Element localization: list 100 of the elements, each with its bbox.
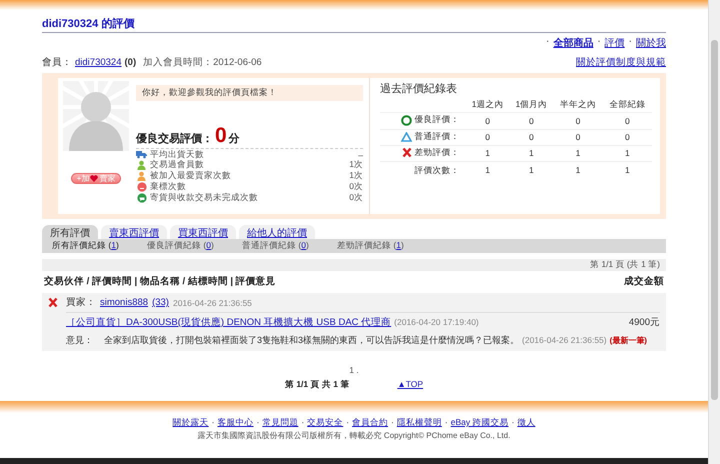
separator-dot: · bbox=[597, 36, 601, 49]
greeting-bubble: 你好，歡迎參觀我的評價頁檔案！ bbox=[136, 85, 363, 101]
tab[interactable]: 買東西評價 bbox=[170, 225, 236, 239]
filter-paren: ) bbox=[400, 240, 404, 252]
nav-link[interactable]: 關於我 bbox=[636, 36, 666, 50]
member-label: 會員： bbox=[42, 56, 72, 69]
footer-link[interactable]: 交易安全 bbox=[307, 417, 344, 429]
table-cell: 0 bbox=[553, 112, 603, 129]
page-info: 第 1/1 頁 (共 1 筆) bbox=[590, 259, 660, 271]
stat-label: 棄標次數 bbox=[150, 180, 186, 192]
chat-icon bbox=[136, 192, 146, 203]
column-header: 成交金額 bbox=[624, 275, 664, 288]
stat-value: 1次 bbox=[349, 170, 363, 182]
scrollbar-thumb[interactable] bbox=[711, 40, 718, 400]
filter-count-link[interactable]: 0 bbox=[206, 240, 211, 252]
partner-link[interactable]: simonis888 bbox=[100, 297, 148, 308]
table-cell: 1 bbox=[509, 162, 554, 178]
stat-label: 被加入最愛賣家次數 bbox=[150, 170, 231, 182]
footer-link[interactable]: 會員合約 bbox=[352, 417, 388, 429]
latest-tag: (最新一筆) bbox=[610, 335, 647, 346]
page-summary: 第 1/1 頁 共 1 筆 bbox=[284, 379, 350, 391]
partner-score-link[interactable]: (33) bbox=[152, 297, 169, 308]
filter-paren: ) bbox=[116, 240, 119, 252]
page-number: 1 . bbox=[349, 365, 359, 375]
column-header: 交易伙伴 / 評價時間 | 物品名稱 / 結標時間 | 評價意見 bbox=[44, 275, 276, 288]
end-time: (2016-04-20 17:19:40) bbox=[394, 317, 479, 327]
tab[interactable]: 給他人的評價 bbox=[239, 225, 315, 239]
separator-dot: · bbox=[546, 36, 550, 49]
footer-link[interactable]: 隱私權聲明 bbox=[396, 417, 442, 429]
person-icon bbox=[137, 160, 146, 170]
nav-link[interactable]: 全部商品 bbox=[553, 36, 594, 50]
footer-link[interactable]: 關於露天 bbox=[172, 417, 209, 429]
tab[interactable]: 賣東西評價 bbox=[101, 225, 167, 239]
rating-time: 2016-04-26 21:36:55 bbox=[172, 298, 252, 308]
footer-link[interactable]: 徵人 bbox=[517, 417, 536, 429]
separator-dot: · bbox=[391, 417, 394, 429]
filter-label: 優良評價紀錄 ( bbox=[147, 240, 206, 252]
stat-label: 寄貨與收款交易未完成次數 bbox=[150, 192, 258, 204]
stat-label: 平均出貨天數 bbox=[150, 148, 204, 160]
avatar-drawing bbox=[63, 81, 129, 151]
stat-value: 1次 bbox=[349, 159, 363, 171]
filter-count-link[interactable]: 0 bbox=[301, 240, 306, 252]
filter-count-link[interactable]: 1 bbox=[396, 240, 401, 252]
comment-time: (2016-04-26 21:36:55) bbox=[522, 335, 607, 345]
footer-link[interactable]: 常見問題 bbox=[262, 417, 298, 429]
stat-label: 交易過會員數 bbox=[150, 159, 204, 171]
separator-dot: · bbox=[346, 417, 350, 429]
separator-dot: · bbox=[301, 417, 304, 429]
filter-label: 差勁評價紀錄 ( bbox=[337, 240, 396, 252]
table-cell: 1 bbox=[509, 145, 554, 162]
table-cell: 1 bbox=[553, 145, 603, 162]
separator-dot: · bbox=[628, 36, 632, 49]
filter-label: 普通評價紀錄 ( bbox=[242, 240, 302, 252]
cross-icon bbox=[402, 147, 412, 158]
cross-icon bbox=[48, 297, 58, 308]
table-cell: 1 bbox=[553, 162, 603, 178]
table-cell: 1 bbox=[466, 145, 510, 162]
comment-text: 全家到店取貨後，打開包裝箱裡面裝了3隻拖鞋和3樣無關的東西，可以告訴我這是什麼情況嗎？已報案。 bbox=[104, 334, 520, 347]
member-link[interactable]: didi730324 bbox=[75, 57, 122, 68]
stat-value: 0次 bbox=[349, 192, 363, 204]
stat-value: 0次 bbox=[349, 180, 363, 193]
filter-label: 所有評價紀錄 ( bbox=[52, 240, 112, 252]
page-title: didi730324 的評價 bbox=[42, 16, 666, 33]
rules-link[interactable]: 關於評價制度與規範 bbox=[576, 56, 666, 69]
circle-icon bbox=[136, 182, 146, 192]
circle-icon bbox=[400, 114, 412, 126]
table-cell: 1 bbox=[602, 145, 652, 162]
table-cell: 0 bbox=[509, 112, 554, 129]
row-label: 差勁評價： bbox=[414, 146, 460, 158]
nav-link[interactable]: 評價 bbox=[604, 36, 625, 50]
tab[interactable]: 所有評價 bbox=[42, 225, 98, 239]
footer-link[interactable]: 客服中心 bbox=[218, 417, 254, 429]
separator-dot: · bbox=[212, 417, 215, 429]
copyright: 露天市集國際資訊股份有限公司版權所有，轉載必究 Copyright© PChome eBay Co., Ltd. bbox=[196, 430, 512, 441]
rating-score: 0 bbox=[215, 126, 227, 146]
history-title: 過去評價紀錄表 bbox=[380, 82, 458, 96]
separator-dot: · bbox=[511, 417, 514, 429]
item-link[interactable]: ［公司直貨］DA-300USB(現貨供應) DENON 耳機擴大機 USB DAC 代理商 bbox=[66, 316, 392, 329]
column-header: 1個月內 bbox=[509, 98, 554, 112]
column-header: 1週之內 bbox=[466, 98, 510, 112]
filter-count-link[interactable]: 1 bbox=[111, 240, 116, 252]
top-link[interactable]: ▲TOP bbox=[397, 379, 424, 391]
partner-role: 買家： bbox=[66, 296, 96, 309]
join-date: 加入會員時間：2012-06-06 bbox=[143, 56, 262, 69]
row-label: 優良評價： bbox=[414, 114, 460, 126]
table-cell: 1 bbox=[602, 162, 652, 178]
column-header: 全部紀錄 bbox=[602, 98, 652, 112]
separator-dot: · bbox=[256, 417, 260, 429]
filter-paren: ) bbox=[210, 240, 214, 252]
footer-link[interactable]: eBay 跨國交易 bbox=[450, 417, 508, 429]
person-icon bbox=[137, 171, 146, 182]
rating-label: 優良交易評價： bbox=[136, 131, 213, 146]
table-cell: 0 bbox=[466, 129, 510, 145]
row-label: 普通評價： bbox=[414, 130, 460, 142]
table-cell: 0 bbox=[466, 112, 510, 129]
heart-icon bbox=[90, 175, 98, 182]
separator-dot: · bbox=[444, 417, 448, 429]
rating-unit: 分 bbox=[228, 132, 240, 146]
truck-icon bbox=[136, 150, 147, 160]
table-cell: 1 bbox=[466, 162, 510, 178]
